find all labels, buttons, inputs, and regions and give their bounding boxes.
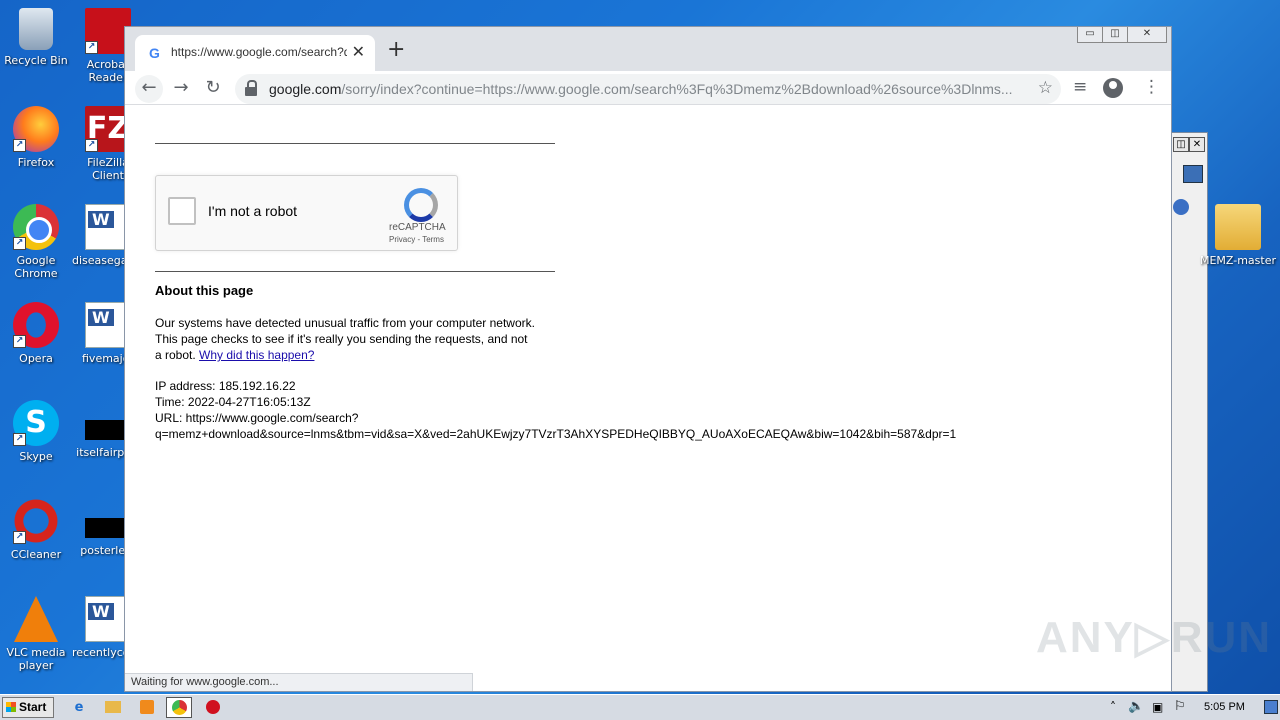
google-favicon-icon: G <box>149 45 160 61</box>
status-bubble: Waiting for www.google.com... <box>125 673 473 691</box>
help-icon[interactable] <box>1173 199 1189 215</box>
chrome-taskbar-icon[interactable] <box>166 697 192 718</box>
desktop-icon-google-chrome[interactable]: ↗ Google Chrome <box>0 204 72 280</box>
tab-strip: G https://www.google.com/search?q=memz+d… <box>125 27 1171 71</box>
back-arrow-icon[interactable]: ← <box>135 75 163 103</box>
forward-arrow-icon[interactable]: → <box>167 75 195 103</box>
shortcut-arrow-icon: ↗ <box>85 41 98 54</box>
tab-title: https://www.google.com/search?q=memz+dow… <box>171 45 347 59</box>
desktop-icon-skype[interactable]: S ↗ Skype <box>0 400 72 463</box>
desktop-icon-label: Skype <box>19 450 53 463</box>
show-desktop-button[interactable] <box>1264 700 1278 714</box>
shortcut-arrow-icon: ↗ <box>13 335 26 348</box>
desktop-icon-opera[interactable]: ↗ Opera <box>0 302 72 365</box>
request-details: IP address: 185.192.16.22 Time: 2022-04-… <box>155 378 956 442</box>
internet-explorer-taskbar-icon[interactable]: e <box>66 697 92 718</box>
recaptcha-privacy-terms-link[interactable]: Privacy - Terms <box>389 235 444 244</box>
skype-icon: S ↗ <box>13 400 59 446</box>
search-icon[interactable] <box>1183 165 1203 183</box>
restore-icon[interactable]: ◫ <box>1173 137 1189 152</box>
time-line: Time: 2022-04-27T16:05:13Z <box>155 395 311 409</box>
desktop-icon-label: VLC media player <box>6 646 66 672</box>
divider <box>155 143 555 144</box>
why-did-this-happen-link[interactable]: Why did this happen? <box>199 348 314 362</box>
desktop-icon-ccleaner[interactable]: ↗ CCleaner <box>0 498 72 561</box>
about-title: About this page <box>155 283 254 298</box>
file-explorer-taskbar-icon[interactable] <box>100 697 126 718</box>
desktop-icon-label: Firefox <box>17 156 55 169</box>
page-content: I'm not a robot reCAPTCHA Privacy - Term… <box>125 105 1171 691</box>
restore-button[interactable]: ◫ <box>1102 27 1128 43</box>
media-player-taskbar-icon[interactable] <box>134 697 160 718</box>
folder-icon <box>1215 204 1261 250</box>
media-playlist-icon[interactable]: ≡ <box>1073 77 1087 97</box>
recaptcha-logo-icon <box>402 186 438 222</box>
shortcut-arrow-icon: ↗ <box>13 433 26 446</box>
recaptcha-label: I'm not a robot <box>208 203 298 219</box>
minimize-button[interactable]: ▭ <box>1077 27 1103 43</box>
shortcut-arrow-icon: ↗ <box>13 237 26 250</box>
tab-google-sorry[interactable]: G https://www.google.com/search?q=memz+d… <box>135 35 375 71</box>
desktop-icon-label: CCleaner <box>10 548 62 561</box>
anyrun-watermark-logo: ANY▷RUN <box>1036 613 1273 662</box>
chrome-window: G https://www.google.com/search?q=memz+d… <box>124 26 1172 692</box>
network-icon[interactable]: ▣ <box>1152 700 1163 714</box>
show-hidden-icons-icon[interactable]: ˄ <box>1110 700 1116 714</box>
shortcut-arrow-icon: ↗ <box>13 139 26 152</box>
ccleaner-icon: ↗ <box>13 498 59 544</box>
close-window-button[interactable]: ✕ <box>1127 27 1167 43</box>
desktop-icon-firefox[interactable]: ↗ Firefox <box>0 106 72 169</box>
ip-address-line: IP address: 185.192.16.22 <box>155 379 296 393</box>
url-line: URL: https://www.google.com/search? <box>155 411 359 425</box>
menu-kebab-icon[interactable]: ⋮ <box>1143 77 1160 97</box>
action-center-flag-icon[interactable]: ⚐ <box>1174 699 1186 714</box>
address-bar[interactable]: google.com/sorry/index?continue=https://… <box>235 74 1061 104</box>
profile-avatar-icon[interactable] <box>1103 78 1123 98</box>
tab-close-icon[interactable]: ✕ <box>352 42 365 61</box>
desktop-icon-vlc[interactable]: VLC media player <box>0 596 72 672</box>
reload-icon[interactable]: ↻ <box>199 75 227 103</box>
desktop-icon-label: Google Chrome <box>14 254 58 280</box>
desktop-icon-label: MEMZ-master <box>1199 254 1277 267</box>
recycle-bin-icon <box>19 8 53 50</box>
url-query-line: q=memz+download&source=lnms&tbm=vid&sa=X… <box>155 427 957 441</box>
desktop-icon-label: Recycle Bin <box>4 54 68 67</box>
new-tab-button[interactable]: + <box>387 39 405 61</box>
close-icon[interactable]: ✕ <box>1189 137 1205 152</box>
shortcut-arrow-icon: ↗ <box>85 139 98 152</box>
vlc-cone-icon <box>14 596 58 642</box>
desktop-icon-label: Opera <box>19 352 53 365</box>
recaptcha-widget: I'm not a robot reCAPTCHA Privacy - Term… <box>155 175 458 251</box>
firefox-icon: ↗ <box>13 106 59 152</box>
opera-icon: ↗ <box>13 302 59 348</box>
address-url[interactable]: google.com/sorry/index?continue=https://… <box>269 81 1029 97</box>
desktop-icon-memz-master[interactable]: MEMZ-master <box>1198 204 1278 267</box>
taskbar: Start e ˄ 🔈 ▣ ⚐ 5:05 PM <box>0 694 1280 720</box>
browser-toolbar: ← → ↻ google.com/sorry/index?continue=ht… <box>125 71 1171 105</box>
divider <box>155 271 555 272</box>
chrome-icon: ↗ <box>13 204 59 250</box>
system-tray: ˄ 🔈 ▣ ⚐ 5:05 PM <box>1104 697 1280 719</box>
recaptcha-brand: reCAPTCHA <box>389 222 446 233</box>
shortcut-arrow-icon: ↗ <box>13 531 26 544</box>
recaptcha-checkbox[interactable] <box>168 197 196 225</box>
opera-taskbar-icon[interactable] <box>200 697 226 718</box>
desktop-icon-recycle-bin[interactable]: Recycle Bin <box>0 8 72 67</box>
clock[interactable]: 5:05 PM <box>1204 701 1245 713</box>
lock-icon[interactable] <box>245 80 257 96</box>
volume-icon[interactable]: 🔈 <box>1128 699 1144 714</box>
start-button[interactable]: Start <box>2 697 54 718</box>
bookmark-star-icon[interactable]: ☆ <box>1038 78 1053 98</box>
explanation-text: Our systems have detected unusual traffi… <box>155 316 535 362</box>
